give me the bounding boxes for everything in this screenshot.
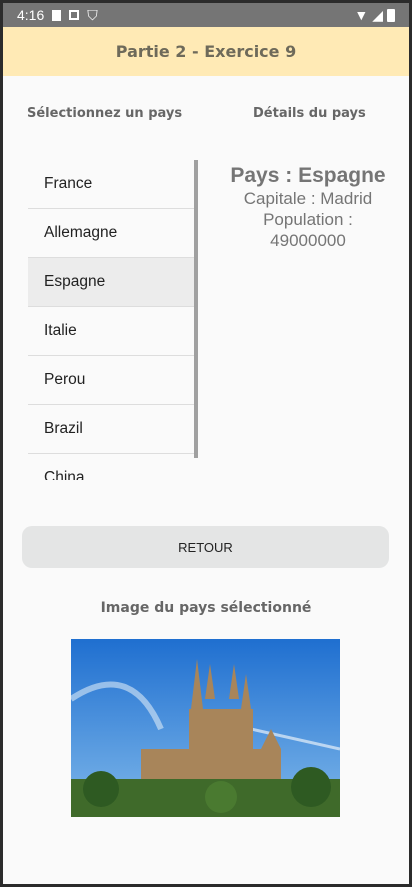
page-title: Partie 2 - Exercice 9	[115, 42, 297, 61]
clock: 4:16	[17, 7, 45, 23]
shield-icon: ⛉	[87, 6, 98, 23]
country-image	[71, 639, 340, 817]
country-item[interactable]: Allemagne	[28, 209, 198, 258]
app-screen: 4:16 ⛉ ▼ ◢ Partie 2 - Exercice 9 Sélectio…	[3, 3, 409, 884]
country-item[interactable]: China	[28, 454, 198, 480]
country-item[interactable]: Perou	[28, 356, 198, 405]
details-heading: Détails du pays	[253, 106, 366, 121]
population-label: Population :	[263, 210, 353, 229]
population-value: 49000000	[270, 231, 346, 250]
status-bar: 4:16 ⛉ ▼ ◢	[3, 3, 409, 27]
notification-icon	[69, 10, 80, 20]
back-button[interactable]: RETOUR	[22, 526, 389, 568]
sd-card-icon	[52, 9, 62, 21]
signal-icon: ◢	[372, 6, 383, 23]
country-item[interactable]: Espagne	[28, 258, 198, 307]
country-item[interactable]: France	[28, 160, 198, 209]
select-heading: Sélectionnez un pays	[27, 106, 183, 121]
country-name: Pays : Espagne	[230, 164, 386, 187]
battery-icon	[387, 8, 395, 22]
country-list[interactable]: France Allemagne Espagne Italie Perou Brazil C…	[28, 160, 198, 480]
country-item[interactable]: Brazil	[28, 405, 198, 454]
country-capital: Capitale : Madrid	[243, 189, 373, 208]
wifi-icon: ▼	[354, 7, 369, 23]
country-item[interactable]: Italie	[28, 307, 198, 356]
app-bar: Partie 2 - Exercice 9	[3, 27, 409, 76]
country-details: Pays : Espagne Capitale : Madrid Populat…	[198, 164, 409, 251]
image-caption: Image du pays sélectionné	[100, 600, 312, 616]
